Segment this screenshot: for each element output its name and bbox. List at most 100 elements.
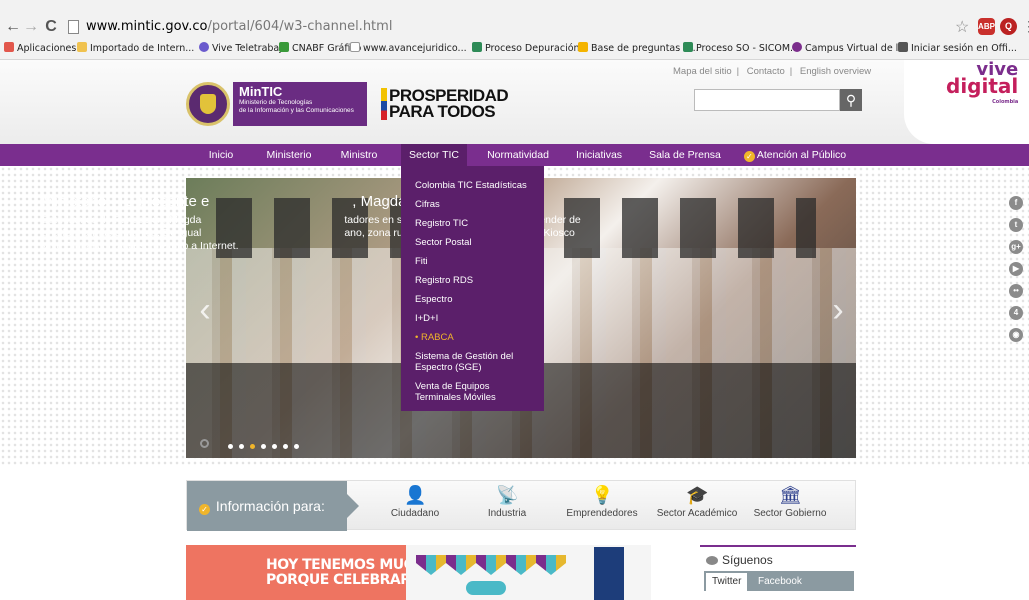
nav-inicio[interactable]: Inicio — [200, 144, 242, 166]
government-icon: 🏛 — [779, 485, 802, 505]
slider-dot[interactable] — [228, 444, 233, 449]
slider-dot[interactable] — [272, 444, 277, 449]
menu-item-cifras[interactable]: Cifras — [401, 195, 544, 214]
info-sector-academico[interactable]: 🎓 Sector Académico — [652, 481, 742, 531]
bookmark-item[interactable]: Vive Teletrabajo — [199, 40, 288, 58]
vive-digital-logo[interactable]: vive digital Colombia — [946, 61, 1018, 110]
mintic-logo[interactable]: MinTIC Ministerio de Tecnologías de la I… — [233, 82, 367, 126]
satellite-icon: 📡 — [496, 485, 519, 505]
menu-item-sector-postal[interactable]: Sector Postal — [401, 233, 544, 252]
bulb-icon: 💡 — [591, 485, 614, 505]
hero-next-arrow[interactable]: › — [826, 290, 850, 330]
menu-item-venta-equipos[interactable]: Venta de Equipos Terminales Móviles — [401, 377, 544, 407]
menu-item-espectro[interactable]: Espectro — [401, 290, 544, 309]
mintic-subtitle-2: de la Información y las Comunicaciones — [239, 107, 354, 114]
bookmark-item[interactable]: Base de preguntas fr... — [578, 40, 699, 58]
bookmark-item[interactable]: Proceso Depuración... — [472, 40, 589, 58]
back-button[interactable]: ← — [4, 16, 22, 38]
twitter-icon[interactable]: t — [1009, 218, 1023, 232]
mintic-subtitle-1: Ministerio de Tecnologías — [239, 99, 313, 106]
check-icon: ✓ — [743, 151, 755, 162]
citizen-icon: 👤 — [404, 485, 427, 505]
slider-dot[interactable] — [261, 444, 266, 449]
tab-facebook[interactable]: Facebook — [752, 573, 808, 591]
bookmark-item[interactable]: www.avancejuridico... — [350, 40, 467, 58]
nav-normatividad[interactable]: Normatividad — [480, 144, 556, 166]
search-icon: ⚲ — [845, 92, 857, 108]
reload-button[interactable]: C — [42, 16, 60, 38]
tech-badge — [594, 547, 624, 600]
search-button[interactable]: ⚲ — [840, 89, 862, 111]
url-host: www.mintic.gov.co — [86, 19, 208, 34]
cloud-shape — [466, 581, 506, 595]
extension-icon[interactable]: Q — [1000, 18, 1017, 35]
bookmark-item[interactable]: Iniciar sesión en Offi... — [898, 40, 1017, 58]
info-industria[interactable]: 📡 Industria — [477, 481, 537, 531]
nav-ministerio[interactable]: Ministerio — [258, 144, 320, 166]
address-bar[interactable]: www.mintic.gov.co/portal/604/w3-channel.… — [86, 18, 392, 36]
menu-item-rabca[interactable]: • RABCA — [401, 328, 544, 347]
bookmark-item[interactable]: Importado de Intern... — [77, 40, 194, 58]
adblock-extension-icon[interactable]: ABP — [978, 18, 995, 35]
prosperidad-logo: PROSPERIDAD PARA TODOS — [389, 86, 509, 121]
menu-item-idi[interactable]: I+D+I — [401, 309, 544, 328]
tab-twitter[interactable]: Twitter — [706, 573, 748, 591]
pause-icon[interactable] — [200, 439, 209, 448]
facebook-icon[interactable]: f — [1009, 196, 1023, 210]
slider-dot[interactable] — [239, 444, 244, 449]
foursquare-icon[interactable]: 4 — [1009, 306, 1023, 320]
campus-icon — [792, 42, 802, 52]
nav-iniciativas[interactable]: Iniciativas — [568, 144, 630, 166]
bookmark-item[interactable]: CNABF Gráfico — [279, 40, 361, 58]
contact-link[interactable]: Contacto — [747, 66, 785, 77]
menu-item-colombia-tic-estadisticas[interactable]: Colombia TIC Estadísticas — [401, 176, 544, 195]
bookmark-item[interactable]: Campus Virtual de l... — [792, 40, 907, 58]
colombia-shield-logo — [186, 82, 230, 126]
page-icon — [350, 42, 360, 52]
menu-item-registro-tic[interactable]: Registro TIC — [401, 214, 544, 233]
bookmark-star-icon[interactable]: ☆ — [955, 17, 969, 37]
info-label: ✓ Información para: — [187, 481, 359, 531]
hero-title[interactable]: Ministerio TIC presente e, Magdalena — [42, 193, 435, 210]
address-row: ← → C www.mintic.gov.co/portal/604/w3-ch… — [0, 16, 1029, 38]
menu-item-fiti[interactable]: Fiti — [401, 252, 544, 271]
sheet-icon — [472, 42, 482, 52]
info-sector-gobierno[interactable]: 🏛 Sector Gobierno — [747, 481, 833, 531]
prosperidad-flag — [381, 88, 387, 120]
nav-sector-tic[interactable]: Sector TIC — [401, 144, 467, 166]
info-emprendedores[interactable]: 💡 Emprendedores — [562, 481, 642, 531]
nav-sala-de-prensa[interactable]: Sala de Prensa — [645, 144, 725, 166]
graduation-cap-icon: 🎓 — [686, 485, 709, 505]
nav-atencion-al-publico[interactable]: ✓ Atención al Público — [736, 144, 854, 166]
info-bar: ✓ Información para: 👤 Ciudadano 📡 Industri… — [186, 480, 856, 531]
hero-prev-arrow[interactable]: ‹ — [193, 290, 217, 330]
globe-icon — [199, 42, 209, 52]
sheet-icon — [683, 42, 693, 52]
rss-icon[interactable]: ◉ — [1009, 328, 1023, 342]
header-links: Mapa del sitio | Contacto | English overvi… — [673, 66, 872, 77]
bookmarks-bar: Aplicaciones Importado de Intern... Vive… — [0, 40, 1029, 58]
folder-icon — [77, 42, 87, 52]
bookmark-item[interactable]: Proceso SO - SICOM... — [683, 40, 799, 58]
promo-banner[interactable]: HOY TENEMOS MUCHO PORQUE CELEBRAR — [186, 545, 651, 600]
english-overview-link[interactable]: English overview — [800, 66, 871, 77]
sector-tic-dropdown: Colombia TIC Estadísticas Cifras Registr… — [401, 166, 544, 411]
slider-dot[interactable] — [283, 444, 288, 449]
info-ciudadano[interactable]: 👤 Ciudadano — [383, 481, 447, 531]
browser-chrome: ← → C www.mintic.gov.co/portal/604/w3-ch… — [0, 0, 1029, 60]
slider-dot-active[interactable] — [250, 444, 255, 449]
youtube-icon[interactable]: ▶ — [1009, 262, 1023, 276]
slider-dot[interactable] — [294, 444, 299, 449]
url-path: /portal/604/w3-channel.html — [207, 19, 393, 34]
browser-menu-icon[interactable]: ⋮ — [1022, 18, 1029, 35]
flickr-icon[interactable]: •• — [1009, 284, 1023, 298]
search-input[interactable] — [694, 89, 840, 111]
bookmark-item[interactable]: Aplicaciones — [4, 40, 76, 58]
menu-item-sge[interactable]: Sistema de Gestión del Espectro (SGE) — [401, 347, 544, 377]
page-icon — [68, 20, 79, 34]
menu-item-registro-rds[interactable]: Registro RDS — [401, 271, 544, 290]
googleplus-icon[interactable]: g+ — [1009, 240, 1023, 254]
nav-ministro[interactable]: Ministro — [332, 144, 386, 166]
forward-button[interactable]: → — [22, 16, 40, 38]
sitemap-link[interactable]: Mapa del sitio — [673, 66, 732, 77]
